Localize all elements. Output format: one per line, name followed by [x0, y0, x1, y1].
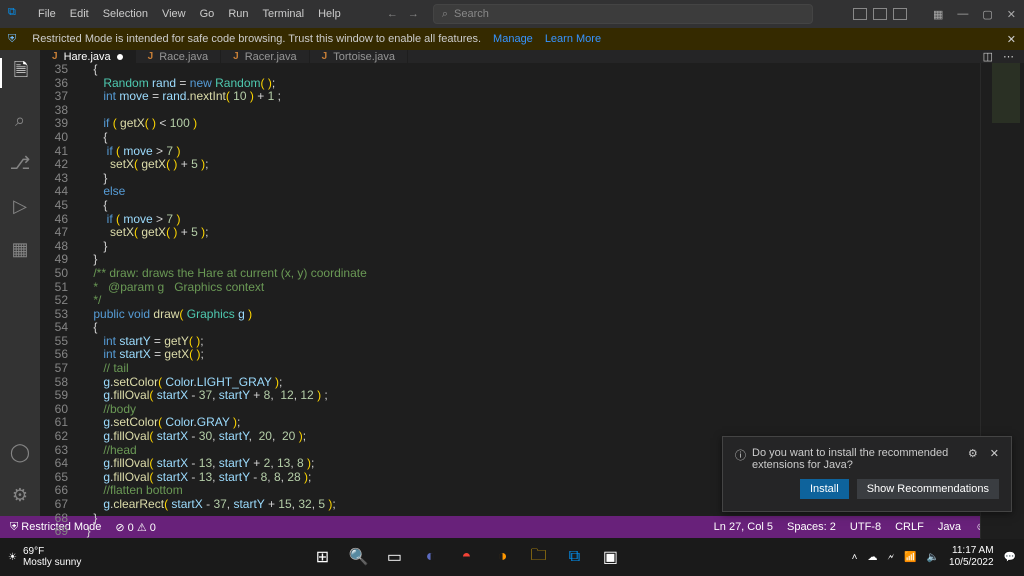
tab-race-java[interactable]: J Race.java: [136, 50, 221, 63]
tray-wifi-icon[interactable]: 📶: [904, 552, 916, 563]
tab-label: Tortoise.java: [333, 51, 395, 63]
info-icon: ⓘ: [735, 447, 746, 463]
shield-icon: ⛨: [8, 33, 16, 46]
weather-desc: Mostly sunny: [23, 557, 81, 568]
line-gutter: 35 36 37 38 39 40 41 42 43 44 45 46 47 4…: [46, 63, 80, 539]
extension-recommendation-toast: ⓘ Do you want to install the recommended…: [722, 436, 1012, 512]
editor-tabs: J Hare.java J Race.java J Racer.java J Tortoise…: [40, 50, 1024, 63]
nav-back-icon[interactable]: ←: [387, 8, 398, 20]
java-file-icon: J: [233, 51, 239, 62]
window-close-icon[interactable]: ✕: [1007, 8, 1016, 21]
app-icon[interactable]: ◓: [452, 543, 480, 571]
menu-file[interactable]: File: [32, 6, 62, 22]
banner-text: Restricted Mode is intended for safe cod…: [32, 33, 481, 45]
search-placeholder: Search: [454, 8, 489, 20]
app-icon[interactable]: ◑: [488, 543, 516, 571]
tray-cloud-icon[interactable]: ☁: [867, 552, 877, 563]
menu-terminal[interactable]: Terminal: [257, 6, 311, 22]
tab-tortoise-java[interactable]: J Tortoise.java: [310, 50, 408, 63]
menu-selection[interactable]: Selection: [97, 6, 154, 22]
tab-label: Racer.java: [245, 51, 297, 63]
task-view-icon[interactable]: ▭: [380, 543, 408, 571]
vscode-logo-icon: ⧉: [8, 6, 24, 22]
banner-learn-link[interactable]: Learn More: [545, 33, 601, 45]
file-explorer-icon[interactable]: 🗀: [524, 543, 552, 571]
window-maximize-icon[interactable]: ▢: [982, 8, 992, 21]
menu-go[interactable]: Go: [194, 6, 221, 22]
tray-battery-icon[interactable]: 🗲: [887, 552, 894, 563]
menu-view[interactable]: View: [156, 6, 192, 22]
search-icon: ⌕: [442, 8, 448, 21]
activity-bar: 🗎 ⌕ ⎇ ▷ ▦ ◯ ⚙: [0, 50, 40, 516]
menu-run[interactable]: Run: [222, 6, 254, 22]
java-file-icon: J: [148, 51, 154, 62]
tray-notification-icon[interactable]: 💬: [1004, 552, 1016, 563]
search-activity-icon[interactable]: ⌕: [15, 110, 25, 131]
menu-help[interactable]: Help: [312, 6, 347, 22]
toast-show-button[interactable]: Show Recommendations: [857, 479, 999, 499]
source-control-icon[interactable]: ⎇: [10, 153, 31, 174]
split-editor-icon[interactable]: ◫: [983, 50, 993, 63]
tab-label: Race.java: [159, 51, 208, 63]
run-debug-icon[interactable]: ▷: [13, 196, 27, 217]
tray-volume-icon[interactable]: 🔈: [927, 552, 939, 563]
explorer-icon[interactable]: 🗎: [0, 58, 40, 88]
weather-temp: 69°F: [23, 546, 81, 557]
restricted-mode-banner: ⛨ Restricted Mode is intended for safe c…: [0, 28, 1024, 50]
menu-edit[interactable]: Edit: [64, 6, 95, 22]
vscode-taskbar-icon[interactable]: ⧉: [560, 543, 588, 571]
weather-icon: ☀: [8, 552, 17, 563]
start-icon[interactable]: ⊞: [308, 543, 336, 571]
more-actions-icon[interactable]: ⋯: [1003, 50, 1014, 63]
taskbar-clock[interactable]: 11:17 AM 10/5/2022: [949, 545, 994, 569]
nav-forward-icon[interactable]: →: [408, 8, 419, 20]
taskbar-search-icon[interactable]: 🔍: [344, 543, 372, 571]
toast-message: Do you want to install the recommended e…: [752, 447, 962, 471]
toast-gear-icon[interactable]: ⚙: [968, 447, 978, 460]
toast-close-icon[interactable]: ✕: [990, 447, 999, 460]
tray-chevron-icon[interactable]: ˄: [852, 552, 858, 563]
extensions-icon[interactable]: ▦: [11, 239, 28, 260]
app-icon[interactable]: ▣: [596, 543, 624, 571]
main-menu: FileEditSelectionViewGoRunTerminalHelp: [32, 6, 347, 22]
banner-manage-link[interactable]: Manage: [493, 33, 533, 45]
search-input[interactable]: ⌕ Search: [433, 4, 813, 24]
settings-gear-icon[interactable]: ⚙: [12, 485, 28, 506]
window-minimize-icon[interactable]: ―: [957, 8, 968, 20]
layout-grid-icon[interactable]: ▦: [933, 8, 943, 21]
tab-racer-java[interactable]: J Racer.java: [221, 50, 310, 63]
java-file-icon: J: [322, 51, 328, 62]
toast-install-button[interactable]: Install: [800, 479, 849, 499]
windows-taskbar: ☀ 69°F Mostly sunny ⊞ 🔍 ▭ ◐ ◓ ◑ 🗀 ⧉ ▣ ˄ …: [0, 538, 1024, 576]
accounts-icon[interactable]: ◯: [10, 442, 30, 463]
tab-label: Hare.java: [64, 51, 111, 63]
app-icon[interactable]: ◐: [416, 543, 444, 571]
java-file-icon: J: [52, 51, 58, 62]
taskbar-weather[interactable]: ☀ 69°F Mostly sunny: [8, 546, 81, 568]
dirty-dot-icon: [117, 54, 123, 60]
layout-toggle-icons[interactable]: [853, 8, 907, 20]
banner-close-icon[interactable]: ✕: [1007, 33, 1016, 46]
